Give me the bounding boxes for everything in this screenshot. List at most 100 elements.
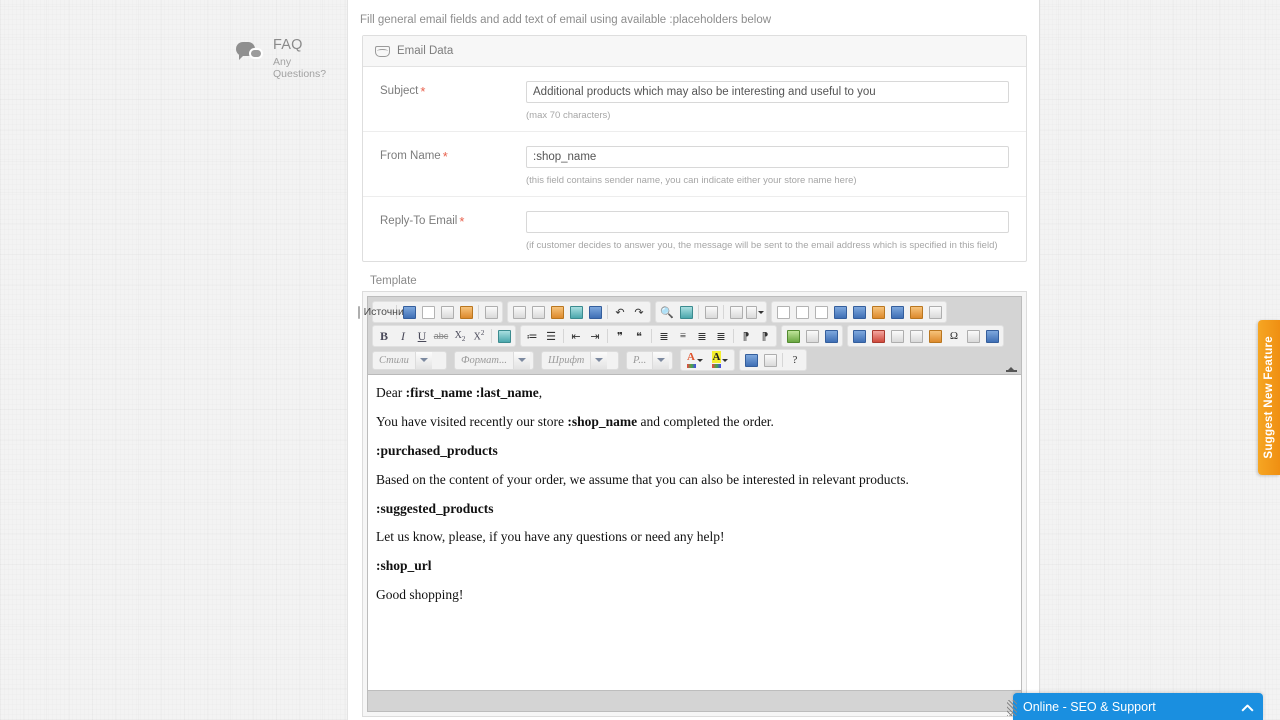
new-page-icon[interactable]	[419, 303, 437, 321]
image-icon[interactable]	[850, 327, 868, 345]
font-size-dropdown[interactable]: Р...	[626, 351, 673, 370]
field-row-from-name: From Name* (this field contains sender n…	[363, 132, 1026, 197]
textarea-icon[interactable]	[850, 303, 868, 321]
text-color-icon[interactable]: A	[683, 351, 707, 369]
align-center-icon[interactable]: ≡	[674, 327, 692, 345]
align-right-icon[interactable]: ≣	[693, 327, 711, 345]
about-icon[interactable]: ?	[786, 351, 804, 369]
editor-paragraph: You have visited recently our store :sho…	[376, 414, 1013, 431]
justify-icon[interactable]: ≣	[712, 327, 730, 345]
bulleted-list-icon[interactable]: ☰	[542, 327, 560, 345]
paste-icon[interactable]	[548, 303, 566, 321]
remove-format-icon[interactable]	[495, 327, 513, 345]
required-marker: *	[420, 84, 425, 99]
email-data-header: Email Data	[363, 36, 1026, 67]
toolbar-group-insert: Ω	[847, 325, 1004, 347]
envelope-icon	[375, 46, 390, 57]
text-direction-rtl-icon[interactable]: ⁋	[756, 327, 774, 345]
image-button-icon[interactable]	[907, 303, 925, 321]
format-dropdown[interactable]: Формат...	[454, 351, 534, 370]
form-icon[interactable]	[774, 303, 792, 321]
unlink-icon[interactable]	[803, 327, 821, 345]
table-icon[interactable]	[888, 327, 906, 345]
cut-icon[interactable]	[510, 303, 528, 321]
reply-to-email-input[interactable]	[526, 211, 1009, 233]
toolbar-group-forms	[771, 301, 947, 323]
replace-icon[interactable]	[677, 303, 695, 321]
undo-icon[interactable]: ↶	[611, 303, 629, 321]
online-support-bar[interactable]: Online - SEO & Support	[1013, 693, 1263, 720]
paste-from-word-icon[interactable]	[586, 303, 604, 321]
required-marker: *	[443, 149, 448, 164]
collapse-toolbar-icon[interactable]	[1005, 360, 1017, 372]
anchor-icon[interactable]	[822, 327, 840, 345]
link-icon[interactable]	[784, 327, 802, 345]
special-character-icon[interactable]: Ω	[945, 327, 963, 345]
align-left-icon[interactable]: ≣	[655, 327, 673, 345]
text-field-icon[interactable]	[831, 303, 849, 321]
subject-label: Subject*	[363, 81, 526, 121]
reply-to-email-hint: (if customer decides to answer you, the …	[526, 240, 1009, 251]
find-icon[interactable]: 🔍	[658, 303, 676, 321]
select-all-icon[interactable]	[702, 303, 720, 321]
editor-toolbar: Источник	[368, 297, 1021, 374]
chevron-up-icon[interactable]	[1241, 701, 1253, 713]
superscript-icon[interactable]: X2	[470, 327, 488, 345]
toolbar-group-basicstyles: B I U abc X2 X2	[372, 325, 516, 347]
show-blocks-icon[interactable]	[761, 351, 779, 369]
paste-as-plain-text-icon[interactable]	[567, 303, 585, 321]
hidden-field-icon[interactable]	[926, 303, 944, 321]
editor-paragraph: Based on the content of your order, we a…	[376, 472, 1013, 489]
page-break-icon[interactable]	[964, 327, 982, 345]
suggest-new-feature-tab[interactable]: Suggest New Feature	[1258, 320, 1280, 475]
save-icon[interactable]	[400, 303, 418, 321]
field-row-subject: Subject* (max 70 characters)	[363, 67, 1026, 132]
subject-input[interactable]	[526, 81, 1009, 103]
chevron-down-icon	[652, 352, 669, 369]
faq-block[interactable]: FAQ Any Questions?	[236, 38, 347, 80]
flash-icon[interactable]	[869, 327, 887, 345]
toolbar-group-paragraph: ≔ ☰ ⇤ ⇥ ❞ ❝ ≣ ≡ ≣ ≣	[520, 325, 777, 347]
editor-paragraph: Good shopping!	[376, 587, 1013, 604]
select-field-icon[interactable]	[869, 303, 887, 321]
background-color-icon[interactable]: A	[708, 351, 732, 369]
copy-icon[interactable]	[529, 303, 547, 321]
toolbar-group-colors: A A	[680, 349, 735, 371]
source-button[interactable]: Источник	[375, 303, 393, 321]
blockquote-icon[interactable]: ❞	[611, 327, 629, 345]
text-direction-ltr-icon[interactable]: ⁋	[737, 327, 755, 345]
radio-button-icon[interactable]	[812, 303, 830, 321]
numbered-list-icon[interactable]: ≔	[523, 327, 541, 345]
bold-icon[interactable]: B	[375, 327, 393, 345]
decrease-indent-icon[interactable]: ⇤	[567, 327, 585, 345]
checkbox-icon[interactable]	[793, 303, 811, 321]
iframe-icon[interactable]	[983, 327, 1001, 345]
online-support-label: Online - SEO & Support	[1023, 700, 1241, 714]
smiley-icon[interactable]	[926, 327, 944, 345]
toolbar-group-links	[781, 325, 843, 347]
spellcheck-icon[interactable]	[727, 303, 745, 321]
italic-icon[interactable]: I	[394, 327, 412, 345]
maximize-icon[interactable]	[742, 351, 760, 369]
styles-dropdown[interactable]: Стили	[372, 351, 447, 370]
templates-icon[interactable]	[482, 303, 500, 321]
from-name-input[interactable]	[526, 146, 1009, 168]
rich-text-editor: Источник	[367, 296, 1022, 712]
spellcheck-as-you-type-icon[interactable]	[746, 303, 764, 321]
horizontal-rule-icon[interactable]	[907, 327, 925, 345]
increase-indent-icon[interactable]: ⇥	[586, 327, 604, 345]
preview-icon[interactable]	[438, 303, 456, 321]
strikethrough-icon[interactable]: abc	[432, 327, 450, 345]
create-div-icon[interactable]: ❝	[630, 327, 648, 345]
template-legend: Template	[362, 275, 1027, 291]
content-panel: Fill general email fields and add text o…	[347, 0, 1040, 720]
redo-icon[interactable]: ↷	[630, 303, 648, 321]
intro-text: Fill general email fields and add text o…	[360, 14, 771, 26]
subscript-icon[interactable]: X2	[451, 327, 469, 345]
required-marker: *	[459, 214, 464, 229]
print-icon[interactable]	[457, 303, 475, 321]
underline-icon[interactable]: U	[413, 327, 431, 345]
font-dropdown[interactable]: Шрифт	[541, 351, 619, 370]
editor-content-area[interactable]: Dear :first_name :last_name,You have vis…	[368, 374, 1021, 690]
button-icon[interactable]	[888, 303, 906, 321]
